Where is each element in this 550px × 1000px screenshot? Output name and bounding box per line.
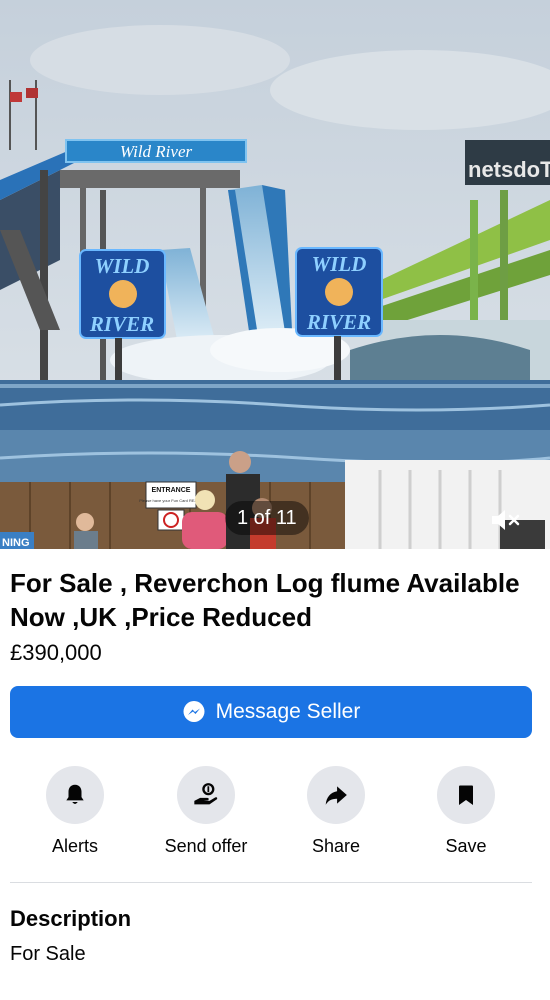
bell-icon (66, 784, 84, 804)
section-divider (10, 882, 532, 883)
svg-text:RIVER: RIVER (306, 310, 371, 334)
bookmark-icon (459, 785, 473, 805)
share-button[interactable]: Share (276, 766, 396, 857)
svg-text:RIVER: RIVER (89, 312, 154, 336)
topspin-sign: netsdoT (468, 157, 550, 182)
listing-title: For Sale , Reverchon Log flume Available… (10, 568, 520, 632)
send-offer-button[interactable]: Send offer (146, 766, 266, 857)
svg-text:WILD: WILD (95, 254, 150, 278)
speaker-muted-icon (492, 510, 520, 530)
wild-river-right-sign: WILD RIVER (295, 247, 383, 337)
description-text: For Sale (10, 943, 86, 965)
svg-text:NING: NING (2, 537, 30, 549)
share-icon (325, 786, 347, 805)
log-flume-photo: netsdoT Wild River WILD RIVER WILD RIVER… (0, 0, 550, 549)
share-label: Share (311, 836, 361, 856)
send-offer-icon (194, 783, 218, 805)
save-label: Save (445, 836, 487, 856)
image-counter: 1 of 11 (225, 501, 309, 535)
save-button[interactable]: Save (406, 766, 526, 857)
alerts-label: Alerts (51, 836, 98, 856)
action-bar: Alerts Send offer Share Save (0, 766, 550, 866)
listing-photo[interactable]: netsdoT Wild River WILD RIVER WILD RIVER… (0, 0, 550, 549)
listing-price: £390,000 (10, 640, 102, 665)
description-heading: Description (10, 906, 132, 931)
wild-river-left-sign: WILD RIVER (79, 249, 166, 339)
messenger-icon (182, 700, 206, 724)
send-offer-label: Send offer (164, 836, 248, 856)
message-seller-button[interactable]: Message Seller (10, 686, 532, 738)
entrance-sign: ENTRANCE (152, 487, 191, 494)
alerts-button[interactable]: Alerts (15, 766, 135, 857)
svg-text:Please have your Fun Card READ: Please have your Fun Card READY (139, 498, 203, 503)
wild-river-top-sign: Wild River (120, 142, 193, 161)
mute-button[interactable] (488, 505, 528, 535)
message-seller-label: Message Seller (215, 700, 361, 723)
svg-text:WILD: WILD (312, 252, 367, 276)
